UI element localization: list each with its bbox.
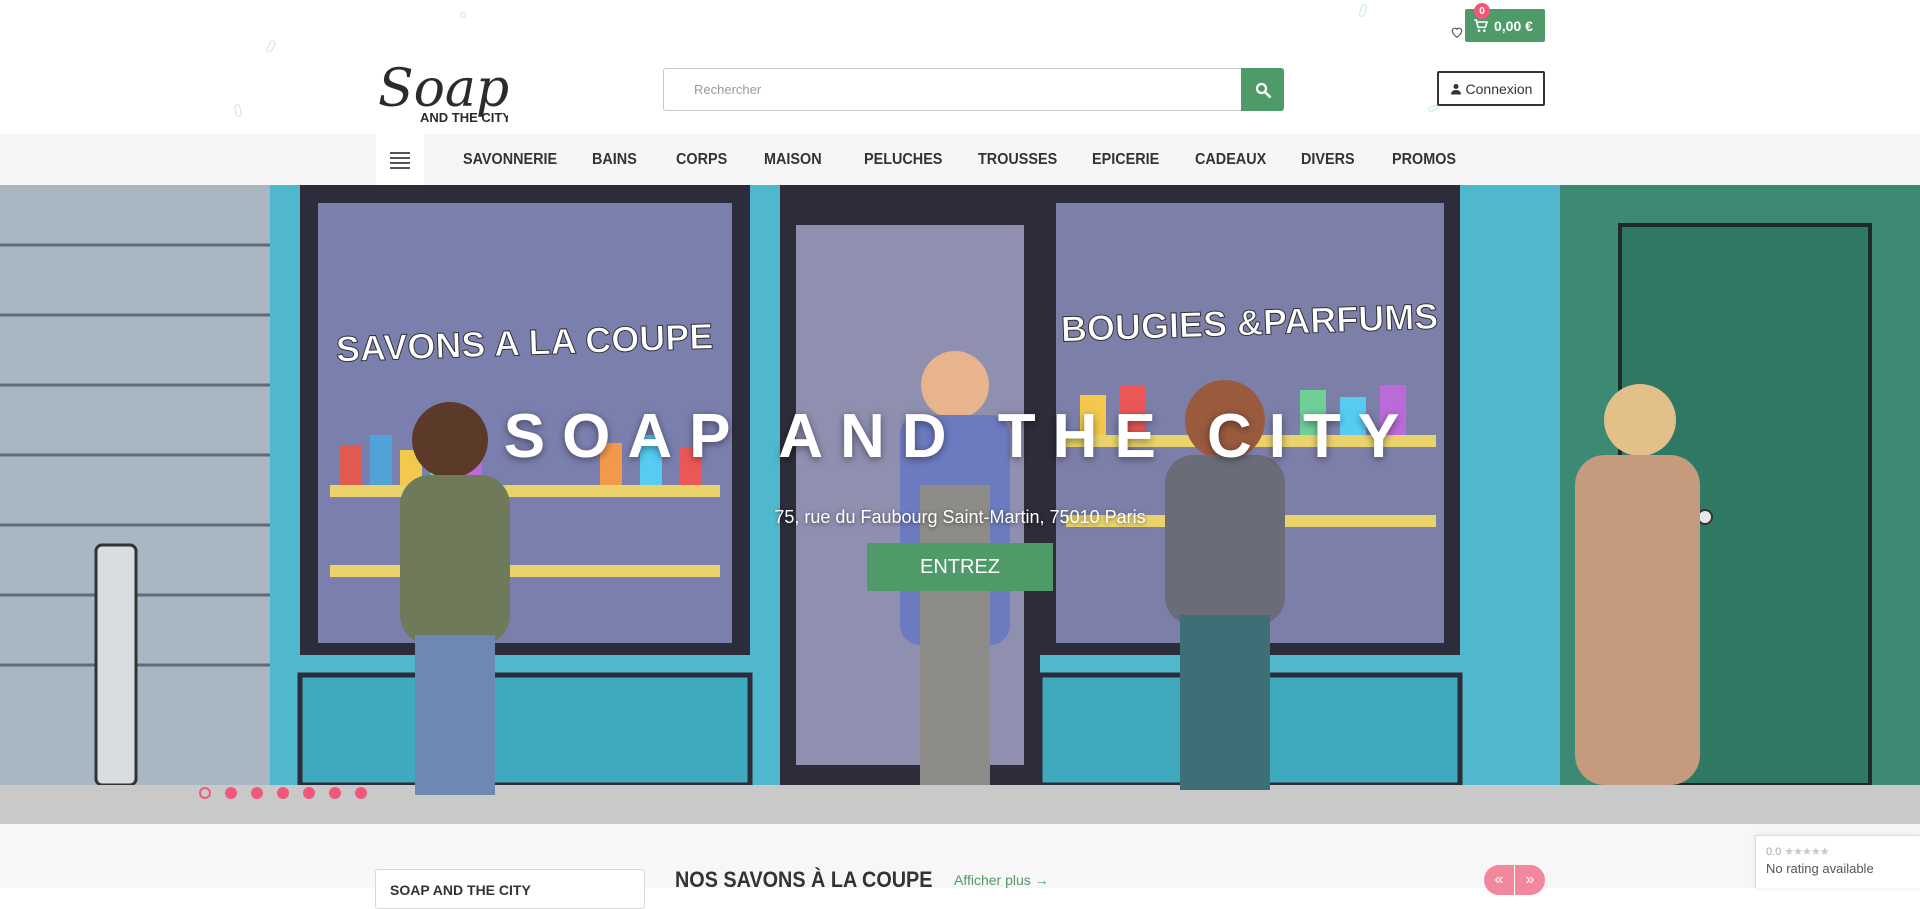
logo-graphic: Soap AND THE CITY (378, 59, 511, 125)
see-more-link[interactable]: Afficher plus → (954, 872, 1049, 888)
search-button[interactable] (1241, 68, 1284, 111)
carousel-arrows: « » (1484, 865, 1545, 895)
carousel-next-button[interactable]: » (1515, 865, 1545, 895)
star-rating-icon: ★★★★★ (1784, 846, 1829, 858)
confetti-decoration (1358, 3, 1368, 18)
nav-item-cadeaux[interactable]: CADEAUX (1177, 151, 1272, 169)
menu-toggle-button[interactable] (376, 134, 424, 185)
rating-score-row: 0.0 ★★★★★ (1766, 845, 1910, 859)
product-section: SOAP AND THE CITY NOS SAVONS À LA COUPE … (0, 824, 1920, 909)
nav-item-divers[interactable]: DIVERS (1283, 151, 1365, 169)
nav-item-epicerie[interactable]: EPICERIE (1074, 151, 1167, 169)
slider-dot[interactable] (199, 787, 211, 799)
heart-icon[interactable] (1450, 25, 1464, 39)
slider-dot[interactable] (355, 787, 367, 799)
rating-score: 0.0 (1766, 845, 1782, 858)
hero-address: 75, rue du Faubourg Saint-Martin, 75010 … (774, 507, 1146, 527)
nav-item-corps[interactable]: CORPS (658, 151, 737, 169)
hero-illustration: SAVONS A LA COUPE BOUGIES &PARFUMS (0, 185, 1920, 824)
hero-title: SOAP AND THE CITY (503, 402, 1417, 471)
search-bar (663, 68, 1284, 111)
enter-button[interactable]: ENTREZ (867, 543, 1053, 591)
carousel-prev-button[interactable]: « (1484, 865, 1514, 895)
slider-dot[interactable] (329, 787, 341, 799)
rating-label: No rating available (1766, 861, 1874, 876)
user-icon (1450, 83, 1461, 94)
search-icon (1255, 82, 1271, 98)
cart-icon (1474, 18, 1489, 32)
slider-dot[interactable] (225, 787, 237, 799)
menu-icon (390, 151, 410, 169)
site-logo[interactable]: Soap AND THE CITY (376, 56, 511, 125)
nav-item-maison[interactable]: MAISON (746, 151, 836, 169)
slider-dot[interactable] (251, 787, 263, 799)
sidebar-category-box[interactable]: SOAP AND THE CITY (375, 869, 645, 909)
confetti-decoration (1427, 104, 1439, 113)
nav-item-bains[interactable]: BAINS (574, 151, 650, 169)
nav-item-trousses[interactable]: TROUSSES (960, 151, 1063, 169)
slider-dot[interactable] (277, 787, 289, 799)
main-navigation: SAVONNERIE BAINS CORPS MAISON PELUCHES T… (0, 134, 1920, 185)
login-button[interactable]: Connexion (1437, 71, 1545, 106)
cart-count-badge: 0 (1474, 3, 1490, 19)
section-title: NOS SAVONS À LA COUPE (675, 867, 933, 892)
login-label: Connexion (1465, 80, 1533, 97)
header: Soap AND THE CITY 0,00 € 0 Connexion (0, 0, 1920, 134)
confetti-decoration (233, 103, 243, 118)
slider-dots (199, 787, 367, 799)
nav-item-savonnerie[interactable]: SAVONNERIE (445, 151, 561, 169)
slider-dot[interactable] (303, 787, 315, 799)
rating-badge[interactable]: 0.0 ★★★★★ No rating available (1755, 835, 1920, 888)
logo-sub-text: AND THE CITY (420, 110, 508, 124)
hero-slider: SAVONS A LA COUPE BOUGIES &PARFUMS SOAP … (0, 185, 1920, 824)
confetti-decoration (458, 10, 468, 20)
nav-item-peluches[interactable]: PELUCHES (846, 151, 949, 169)
cart-total: 0,00 € (1494, 17, 1533, 34)
nav-item-promos[interactable]: PROMOS (1374, 151, 1464, 169)
nav-list: SAVONNERIE BAINS CORPS MAISON PELUCHES T… (445, 134, 1474, 185)
search-input[interactable] (663, 68, 1241, 111)
confetti-decoration (265, 39, 277, 54)
